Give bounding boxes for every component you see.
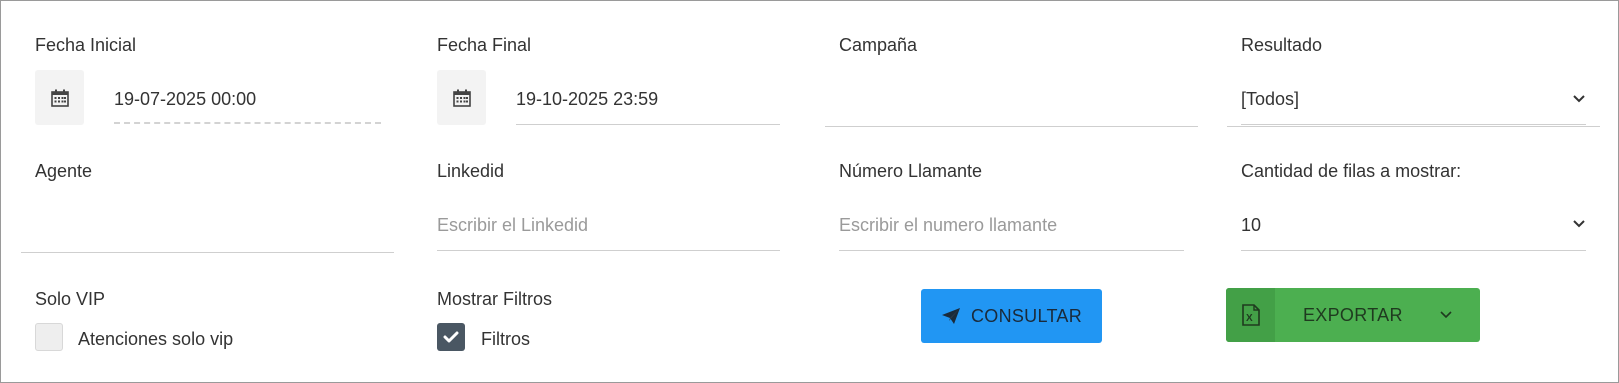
resultado-value: [Todos]	[1241, 89, 1300, 109]
cantidad-filas-label: Cantidad de filas a mostrar:	[1241, 161, 1462, 181]
calendar-icon	[50, 89, 69, 107]
fecha-inicial-calendar-button[interactable]	[35, 70, 84, 125]
check-icon	[443, 331, 459, 343]
campana-select[interactable]	[825, 81, 1198, 125]
agente-label: Agente	[35, 161, 93, 181]
mostrar-filtros-label: Mostrar Filtros	[437, 289, 553, 309]
fecha-inicial-input[interactable]: 19-07-2025 00:00	[114, 89, 256, 110]
agente-underline	[21, 252, 394, 253]
solo-vip-label: Solo VIP	[35, 289, 106, 309]
linkedid-input[interactable]: Escribir el Linkedid	[437, 215, 588, 236]
linkedid-underline	[437, 250, 780, 251]
exportar-button-label: EXPORTAR	[1303, 305, 1403, 325]
campana-label: Campaña	[839, 35, 918, 55]
fecha-final-underline	[516, 124, 780, 125]
consultar-button[interactable]: CONSULTAR	[921, 289, 1102, 343]
agente-select[interactable]	[21, 206, 394, 250]
linkedid-label: Linkedid	[437, 161, 505, 181]
chevron-down-icon	[1573, 220, 1585, 228]
numero-llamante-input[interactable]: Escribir el numero llamante	[839, 215, 1057, 236]
cantidad-filas-underline	[1241, 250, 1586, 251]
mostrar-filtros-checkbox[interactable]	[437, 323, 465, 351]
numero-llamante-label: Número Llamante	[839, 161, 983, 181]
filter-panel: Fecha Inicial 19-07-2025 00:00 Fecha Fin…	[0, 0, 1619, 383]
svg-text:X: X	[1246, 313, 1253, 324]
paper-plane-icon	[941, 308, 960, 324]
fecha-final-input[interactable]: 19-10-2025 23:59	[516, 89, 658, 110]
consultar-button-label: CONSULTAR	[970, 305, 1083, 326]
solo-vip-checkbox[interactable]	[35, 323, 63, 351]
fecha-inicial-underline	[114, 122, 381, 124]
resultado-label: Resultado	[1241, 35, 1323, 55]
excel-file-icon: X	[1241, 304, 1260, 326]
numero-llamante-underline	[839, 250, 1184, 251]
chevron-down-icon	[1573, 95, 1585, 103]
fecha-final-label: Fecha Final	[437, 35, 532, 55]
campana-underline	[825, 126, 1198, 127]
resultado-outer-underline	[1227, 126, 1600, 127]
resultado-select[interactable]: [Todos]	[1241, 81, 1586, 125]
resultado-underline	[1241, 124, 1586, 125]
exportar-button[interactable]: X EXPORTAR	[1226, 288, 1480, 342]
fecha-final-calendar-button[interactable]	[437, 70, 486, 125]
mostrar-filtros-checkbox-label: Filtros	[481, 329, 530, 349]
fecha-inicial-label: Fecha Inicial	[35, 35, 137, 55]
calendar-icon	[452, 89, 471, 107]
cantidad-filas-value: 10	[1241, 215, 1262, 235]
chevron-down-icon[interactable]	[1439, 310, 1453, 320]
cantidad-filas-select[interactable]: 10	[1241, 206, 1586, 250]
excel-icon-area: X	[1226, 288, 1275, 342]
solo-vip-checkbox-label: Atenciones solo vip	[78, 329, 234, 349]
